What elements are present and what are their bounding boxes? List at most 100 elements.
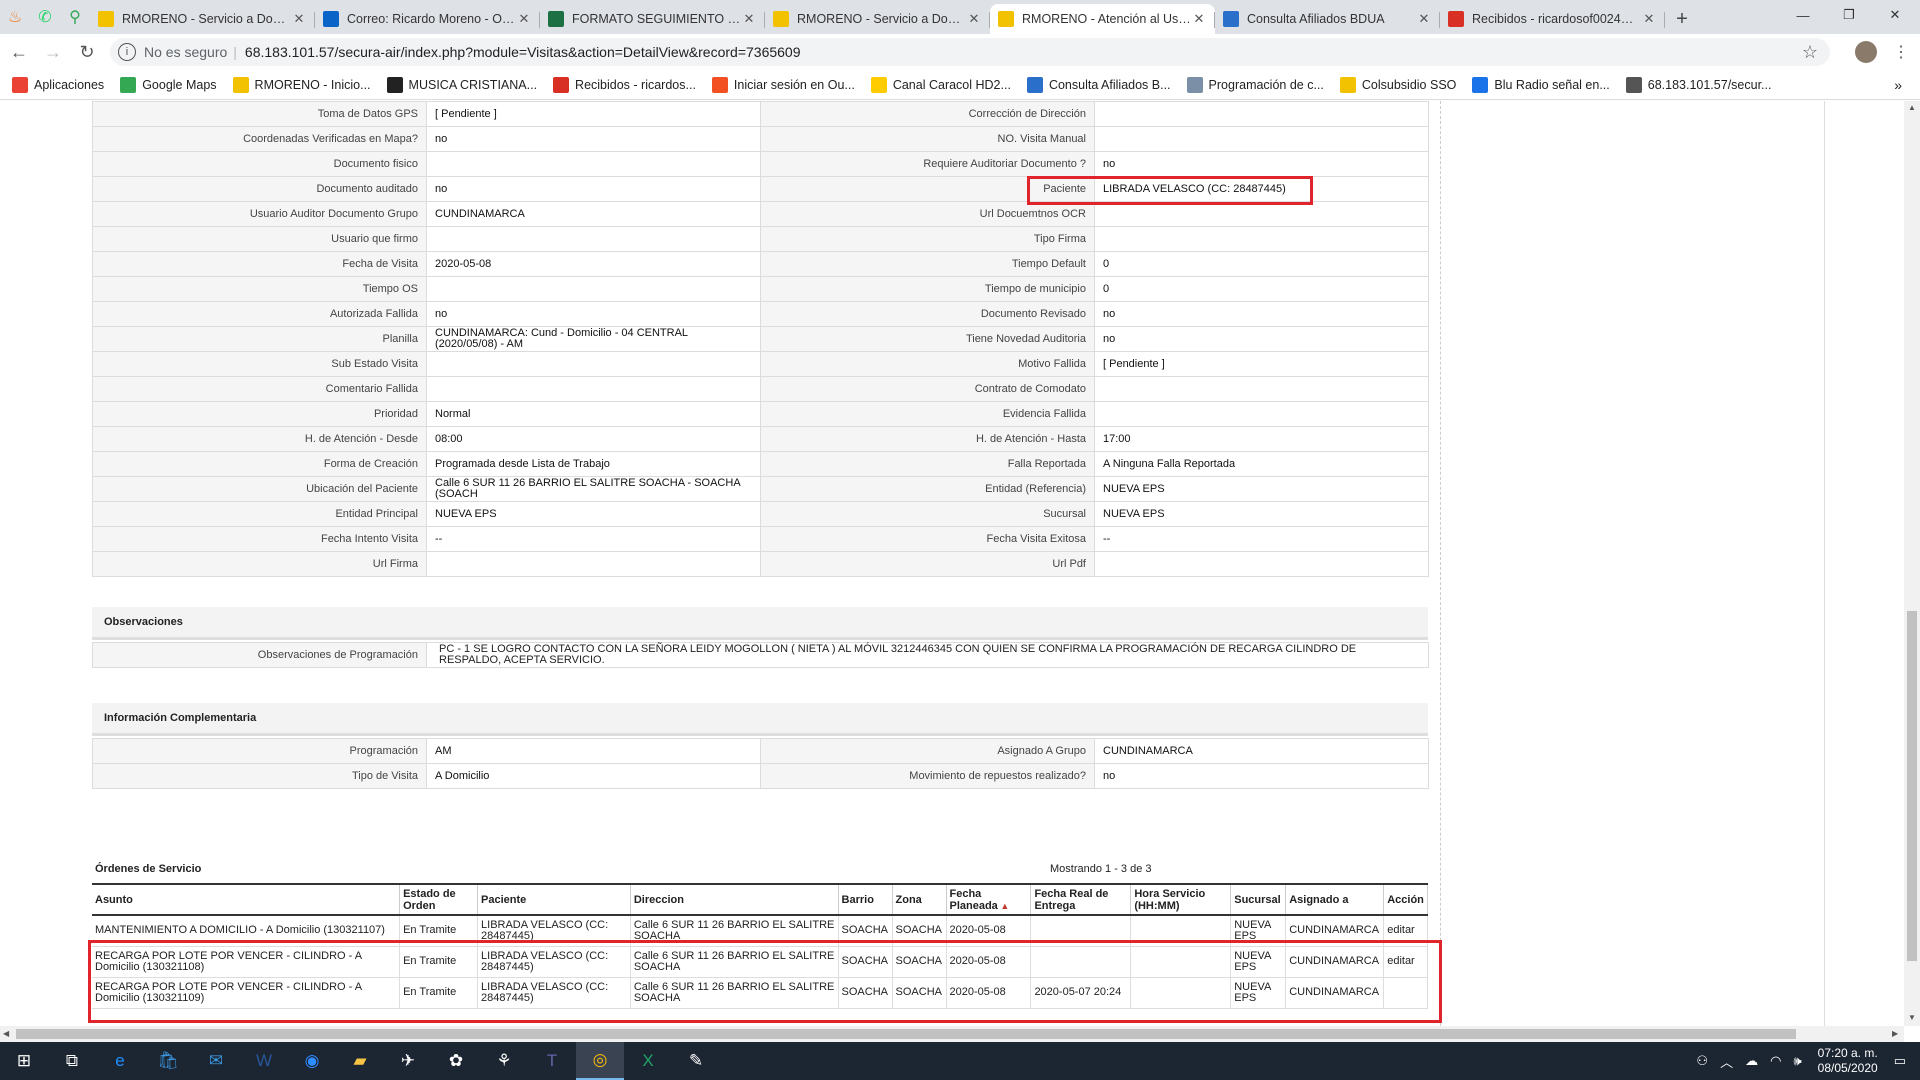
horizontal-scroll-thumb[interactable] bbox=[16, 1029, 1796, 1039]
orders-column-header[interactable]: Acción bbox=[1383, 883, 1428, 916]
field-value: 2020-05-08 bbox=[426, 251, 761, 277]
wifi-icon[interactable]: ◠ bbox=[1770, 1053, 1781, 1069]
taskbar-app-button[interactable]: W bbox=[240, 1042, 288, 1080]
scroll-right-icon[interactable]: ▶ bbox=[1892, 1029, 1898, 1038]
bookmark-item[interactable]: 68.183.101.57/secur... bbox=[1625, 76, 1771, 93]
orders-column-header[interactable]: Asignado a bbox=[1285, 883, 1385, 916]
bookmark-item[interactable]: Canal Caracol HD2... bbox=[870, 76, 1011, 93]
sort-up-icon[interactable]: ▲ bbox=[998, 901, 1009, 911]
table-row: Observaciones de Programación PC - 1 SE … bbox=[92, 642, 1429, 668]
forward-button[interactable]: → bbox=[38, 37, 68, 67]
taskbar-app-button[interactable]: ◉ bbox=[288, 1042, 336, 1080]
minimize-button[interactable]: — bbox=[1780, 0, 1826, 30]
bookmark-star-icon[interactable]: ☆ bbox=[1802, 42, 1818, 63]
taskbar-app-button[interactable]: T bbox=[528, 1042, 576, 1080]
bookmark-item[interactable]: RMORENO - Inicio... bbox=[232, 76, 371, 93]
vertical-scrollbar[interactable]: ▲ ▼ bbox=[1904, 101, 1920, 1026]
bookmark-item[interactable]: Programación de c... bbox=[1186, 76, 1324, 93]
field-value: 0 bbox=[1094, 276, 1429, 302]
volume-icon[interactable]: 🕪 bbox=[1793, 1053, 1801, 1069]
orders-column-header[interactable]: Sucursal bbox=[1230, 883, 1287, 916]
close-tab-icon[interactable]: ✕ bbox=[966, 11, 982, 27]
field-label: Requiere Auditoriar Documento ? bbox=[760, 151, 1095, 177]
menu-kebab-icon[interactable]: ⋮ bbox=[1893, 42, 1909, 62]
reload-icon: ↻ bbox=[79, 41, 95, 62]
pinned-tab-1[interactable]: ♨ bbox=[0, 0, 30, 34]
taskbar-app-button[interactable]: ▰ bbox=[336, 1042, 384, 1080]
taskbar-app-button[interactable]: ✉ bbox=[192, 1042, 240, 1080]
orders-column-header[interactable]: Asunto bbox=[92, 883, 401, 916]
browser-tab[interactable]: Correo: Ricardo Moreno - Outlook✕ bbox=[315, 4, 540, 34]
taskbar-app-button[interactable]: ✎ bbox=[672, 1042, 720, 1080]
orders-column-header[interactable]: Zona bbox=[892, 883, 947, 916]
field-value: NUEVA EPS bbox=[426, 501, 761, 527]
app-icon: ✈ bbox=[400, 1051, 416, 1070]
bookmark-item[interactable]: Consulta Afiliados B... bbox=[1026, 76, 1171, 93]
tab-title: RMORENO - Atención al Usuario bbox=[1022, 12, 1191, 26]
close-tab-icon[interactable]: ✕ bbox=[291, 11, 307, 27]
taskbar-app-button[interactable]: e bbox=[96, 1042, 144, 1080]
browser-tab[interactable]: FORMATO SEGUIMIENTO PRO ✕ bbox=[540, 4, 765, 34]
browser-tab[interactable]: RMORENO - Servicio a Domicilio ✕ bbox=[90, 4, 315, 34]
orders-column-header[interactable]: Barrio bbox=[838, 883, 893, 916]
clock[interactable]: 07:20 a. m. 08/05/2020 bbox=[1818, 1046, 1878, 1076]
person-icon[interactable]: ⚇ bbox=[1696, 1053, 1708, 1069]
bookmark-item[interactable]: Google Maps bbox=[120, 76, 217, 93]
field-label: Prioridad bbox=[92, 401, 427, 427]
info-icon[interactable]: i bbox=[118, 43, 136, 61]
close-tab-icon[interactable]: ✕ bbox=[741, 11, 757, 27]
url-text[interactable]: 68.183.101.57/secura-air/index.php?modul… bbox=[245, 44, 801, 60]
close-tab-icon[interactable]: ✕ bbox=[1641, 11, 1657, 27]
not-secure-label: No es seguro bbox=[144, 44, 228, 60]
taskbar-app-button[interactable]: ⚘ bbox=[480, 1042, 528, 1080]
taskbar-app-button[interactable]: ◎ bbox=[576, 1042, 624, 1080]
orders-column-header[interactable]: Direccion bbox=[630, 883, 839, 916]
orders-column-header[interactable]: Fecha Real de Entrega bbox=[1030, 883, 1132, 916]
omnibox[interactable]: i No es seguro | 68.183.101.57/secura-ai… bbox=[110, 38, 1830, 66]
close-tab-icon[interactable]: ✕ bbox=[1416, 11, 1432, 27]
close-window-button[interactable]: ✕ bbox=[1872, 0, 1918, 30]
bookmark-item[interactable]: Colsubsidio SSO bbox=[1339, 76, 1456, 93]
reload-button[interactable]: ↻ bbox=[72, 37, 102, 67]
bookmark-item[interactable]: Iniciar sesión en Ou... bbox=[711, 76, 855, 93]
pinned-tab-3[interactable]: ⚲ bbox=[60, 0, 90, 34]
clock-time: 07:20 a. m. bbox=[1817, 1046, 1878, 1060]
restore-button[interactable]: ❐ bbox=[1826, 0, 1872, 30]
close-tab-icon[interactable]: ✕ bbox=[1191, 11, 1207, 27]
orders-column-header[interactable]: Hora Servicio (HH:MM) bbox=[1130, 883, 1232, 916]
chevron-up-icon[interactable]: ︿ bbox=[1720, 1052, 1733, 1071]
taskbar-app-button[interactable]: X bbox=[624, 1042, 672, 1080]
bookmark-item[interactable]: MUSICA CRISTIANA... bbox=[386, 76, 537, 93]
field-value: -- bbox=[426, 526, 761, 552]
back-button[interactable]: ← bbox=[4, 37, 34, 67]
scroll-down-icon[interactable]: ▼ bbox=[1908, 1013, 1916, 1022]
browser-tab[interactable]: RMORENO - Atención al Usuario ✕ bbox=[990, 4, 1215, 34]
taskbar-app-button[interactable]: ✿ bbox=[432, 1042, 480, 1080]
browser-tab[interactable]: Consulta Afiliados BDUA ✕ bbox=[1215, 4, 1440, 34]
field-value bbox=[426, 351, 761, 377]
vertical-scroll-thumb[interactable] bbox=[1907, 611, 1917, 961]
scroll-up-icon[interactable]: ▲ bbox=[1908, 103, 1916, 112]
browser-tab[interactable]: Recibidos - ricardosof0024@gmail.com✕ bbox=[1440, 4, 1665, 34]
notifications-icon[interactable]: ▭ bbox=[1894, 1053, 1906, 1069]
browser-tab[interactable]: RMORENO - Servicio a Domicilio ✕ bbox=[765, 4, 990, 34]
pinned-tab-2[interactable]: ✆ bbox=[30, 0, 60, 34]
orders-column-header[interactable]: Fecha Planeada ▲ bbox=[946, 883, 1032, 916]
bookmarks-more-icon[interactable]: » bbox=[1894, 77, 1902, 93]
horizontal-scrollbar[interactable]: ◀ ▶ bbox=[0, 1026, 1904, 1042]
profile-avatar[interactable] bbox=[1855, 41, 1877, 63]
taskbar-app-button[interactable]: ✈ bbox=[384, 1042, 432, 1080]
field-label: Entidad Principal bbox=[92, 501, 427, 527]
close-tab-icon[interactable]: ✕ bbox=[516, 11, 532, 27]
taskbar-app-button[interactable]: ⧉ bbox=[48, 1042, 96, 1080]
new-tab-button[interactable]: + bbox=[1665, 4, 1699, 34]
bookmark-item[interactable]: Blu Radio señal en... bbox=[1472, 76, 1610, 93]
network-icon[interactable]: ☁ bbox=[1745, 1053, 1758, 1069]
orders-column-header[interactable]: Estado de Orden bbox=[399, 883, 479, 916]
bookmark-item[interactable]: Aplicaciones bbox=[12, 76, 104, 93]
scroll-left-icon[interactable]: ◀ bbox=[3, 1029, 9, 1038]
taskbar-app-button[interactable]: 🛍 bbox=[144, 1042, 192, 1080]
orders-column-header[interactable]: Paciente bbox=[477, 883, 631, 916]
taskbar-app-button[interactable]: ⊞ bbox=[0, 1042, 48, 1080]
bookmark-item[interactable]: Recibidos - ricardos... bbox=[553, 76, 696, 93]
